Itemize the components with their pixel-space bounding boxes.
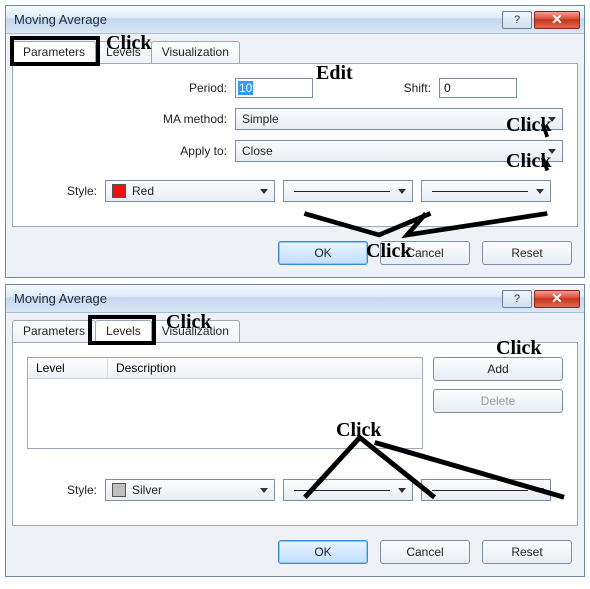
close-button[interactable]: ✕ [534,290,580,308]
shift-input[interactable] [439,78,517,98]
tab-visualization[interactable]: Visualization [151,41,240,64]
style-label: Style: [27,483,97,497]
reset-button[interactable]: Reset [482,540,572,564]
titlebar[interactable]: Moving Average ? ✕ [6,285,584,313]
reset-button[interactable]: Reset [482,241,572,265]
style-label: Style: [27,184,97,198]
ma-method-select[interactable]: Simple [235,108,563,130]
period-label: Period: [27,81,227,95]
tab-visualization[interactable]: Visualization [151,320,240,343]
help-button[interactable]: ? [502,290,532,308]
tab-parameters[interactable]: Parameters [12,320,96,343]
dialog-button-row: OK Cancel Reset [6,532,584,576]
moving-average-dialog-parameters: Moving Average ? ✕ Parameters Levels Vis… [5,5,585,278]
apply-to-label: Apply to: [27,144,227,158]
color-swatch-icon [112,483,126,497]
style-color-select[interactable]: Red [105,180,275,202]
shift-label: Shift: [321,81,431,95]
tab-levels[interactable]: Levels [95,41,152,64]
levels-list[interactable]: Level Description [27,357,423,449]
style-width-select[interactable] [421,180,551,202]
titlebar[interactable]: Moving Average ? ✕ [6,6,584,34]
window-title: Moving Average [14,291,500,306]
tab-levels[interactable]: Levels [95,320,152,343]
cancel-button[interactable]: Cancel [380,540,470,564]
tabstrip: Parameters Levels Visualization [6,34,584,63]
style-color-select[interactable]: Silver [105,479,275,501]
col-level[interactable]: Level [28,358,108,378]
apply-to-select[interactable]: Close [235,140,563,162]
line-style-icon [294,191,390,192]
ok-button[interactable]: OK [278,241,368,265]
ok-button[interactable]: OK [278,540,368,564]
parameters-panel: Period: 10 Shift: MA method: Simple Appl… [12,63,578,227]
levels-panel: Level Description Add Delete Style: Silv… [12,342,578,526]
moving-average-dialog-levels: Moving Average ? ✕ Parameters Levels Vis… [5,284,585,577]
tab-parameters[interactable]: Parameters [12,41,96,64]
levels-list-header: Level Description [28,358,422,379]
col-description[interactable]: Description [108,358,422,378]
cancel-button[interactable]: Cancel [380,241,470,265]
color-swatch-icon [112,184,126,198]
period-input[interactable]: 10 [235,78,313,98]
help-button[interactable]: ? [502,11,532,29]
style-line-select[interactable] [283,479,413,501]
window-title: Moving Average [14,12,500,27]
line-width-icon [432,191,528,192]
tabstrip: Parameters Levels Visualization [6,313,584,342]
close-button[interactable]: ✕ [534,11,580,29]
style-width-select[interactable] [421,479,551,501]
levels-side-buttons: Add Delete [433,357,563,449]
line-width-icon [432,490,528,491]
add-button[interactable]: Add [433,357,563,381]
style-line-select[interactable] [283,180,413,202]
line-style-icon [294,490,390,491]
dialog-button-row: OK Cancel Reset [6,233,584,277]
delete-button[interactable]: Delete [433,389,563,413]
ma-method-label: MA method: [27,112,227,126]
